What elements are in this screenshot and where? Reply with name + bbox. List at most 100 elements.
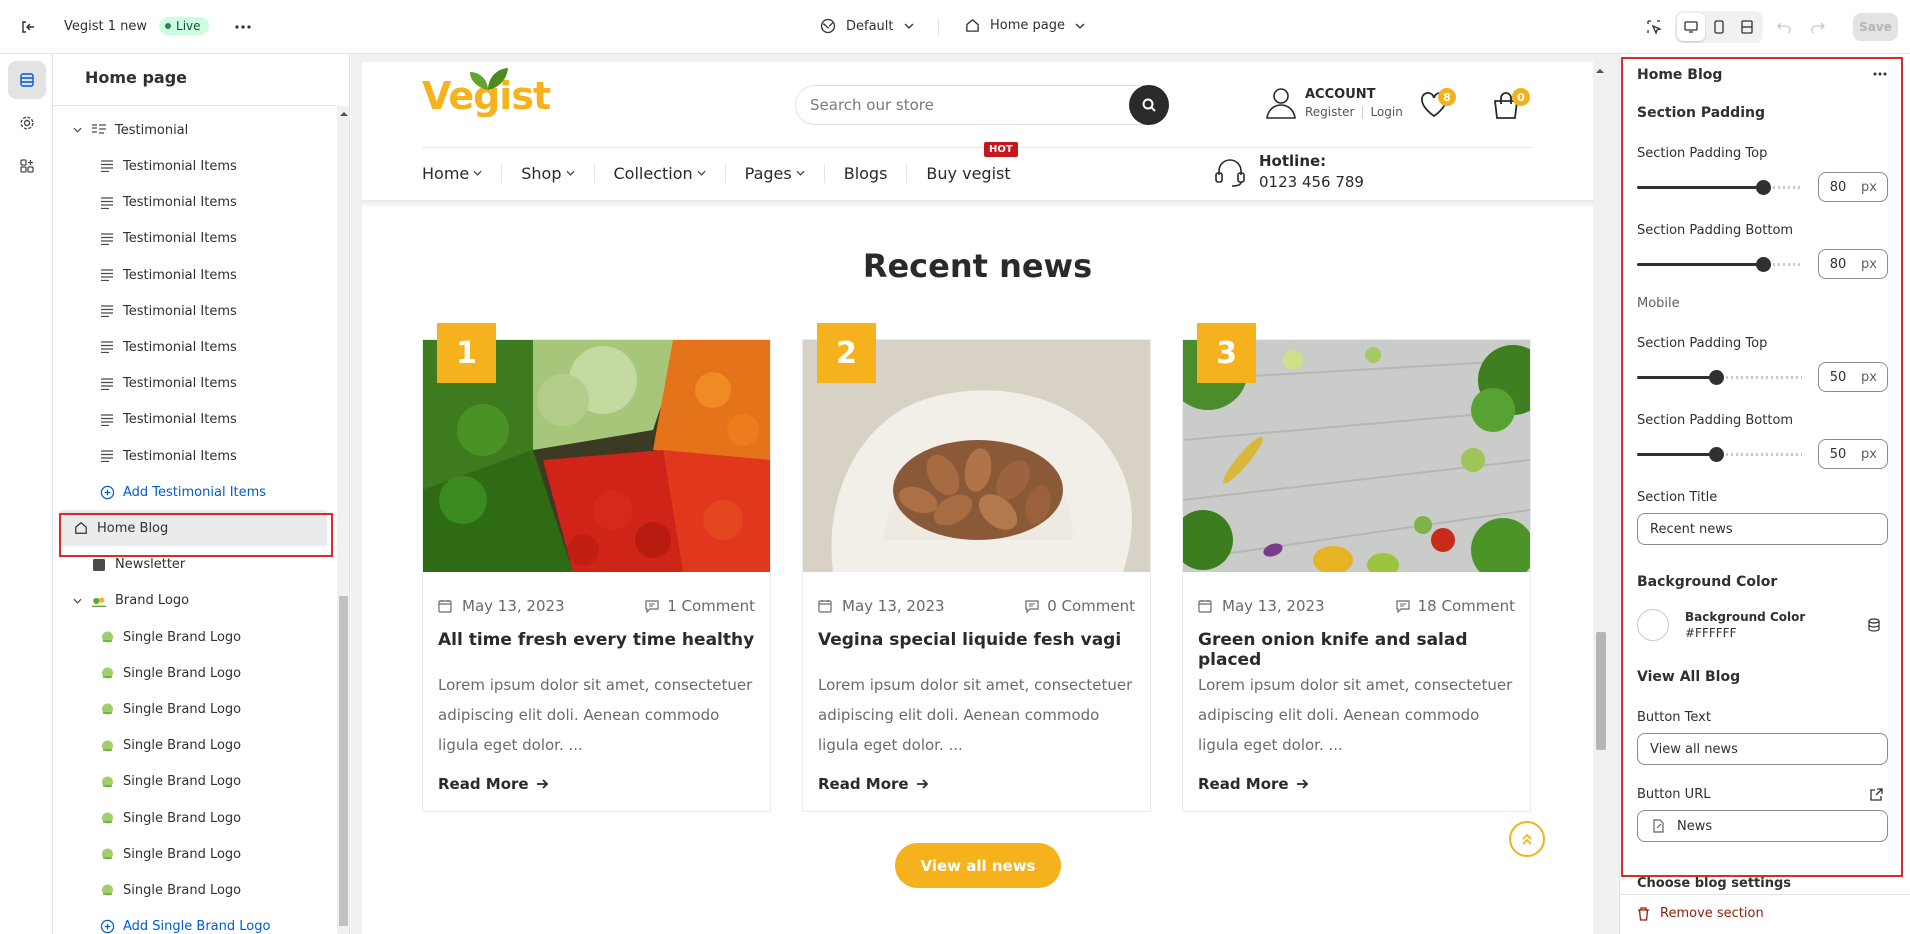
post-title[interactable]: All time fresh every time healthy	[438, 630, 754, 650]
sidebar-item-label: Single Brand Logo	[123, 738, 242, 754]
sidebar-item[interactable]: Testimonial Items	[53, 293, 336, 329]
inspector-icon[interactable]	[1640, 13, 1668, 41]
sidebar-item[interactable]: Testimonial Items	[53, 438, 336, 474]
search-button[interactable]	[1129, 85, 1169, 125]
blog-card[interactable]: 1 May 13, 2023 1 Comment All time fresh …	[422, 323, 771, 812]
read-more-link[interactable]: Read More	[1198, 775, 1309, 793]
nav-item[interactable]: Buy vegist	[907, 164, 1029, 183]
post-title[interactable]: Vegina special liquide fesh vagi	[818, 630, 1121, 650]
section-title: Recent news	[862, 247, 1093, 285]
cart-button[interactable]: 0	[1492, 86, 1530, 120]
sidebar-scrollbar[interactable]	[337, 106, 349, 934]
sidebar-item[interactable]: Brand Logo	[53, 583, 336, 619]
sidebar-item[interactable]: Single Brand Logo	[53, 619, 336, 655]
search-icon	[1142, 98, 1156, 112]
sidebar-item[interactable]: Add Testimonial Items	[53, 474, 336, 510]
account-menu[interactable]: ACCOUNT Register | Login	[1265, 86, 1403, 120]
editor-topbar: Vegist 1 new Live Default Home page Save	[0, 0, 1910, 54]
nav-item[interactable]: Home	[422, 163, 503, 183]
sidebar-item[interactable]: Single Brand Logo	[53, 764, 336, 800]
wishlist-button[interactable]: 8	[1420, 88, 1456, 118]
chevron-down-icon[interactable]	[73, 598, 85, 604]
undo-icon[interactable]	[1770, 13, 1798, 41]
nav-item[interactable]: Pages	[726, 163, 825, 183]
sidebar-item[interactable]: Testimonial Items	[53, 366, 336, 402]
sidebar-scroll-thumb[interactable]	[339, 596, 348, 926]
nav-item-label: Pages	[744, 163, 792, 183]
full-width-view-icon[interactable]	[1733, 13, 1761, 41]
nav-item-label: Buy vegist	[926, 163, 1011, 183]
sections-icon[interactable]	[8, 61, 46, 99]
wishlist-count: 8	[1438, 88, 1456, 106]
settings-gear-icon[interactable]	[8, 104, 46, 142]
chevron-down-icon[interactable]	[73, 127, 85, 133]
sidebar-item[interactable]: Single Brand Logo	[53, 691, 336, 727]
desktop-view-icon[interactable]	[1677, 13, 1705, 41]
sidebar-item[interactable]: Single Brand Logo	[53, 655, 336, 691]
nav-item[interactable]: Shop	[502, 163, 595, 183]
post-excerpt: Lorem ipsum dolor sit amet, consectetuer…	[438, 676, 753, 754]
sidebar-item[interactable]: Testimonial	[53, 112, 336, 148]
page-select[interactable]: Home page	[965, 18, 1085, 33]
sidebar-item[interactable]: Testimonial Items	[53, 221, 336, 257]
sidebar-item[interactable]: Single Brand Logo	[53, 836, 336, 872]
view-all-news-button[interactable]: View all news	[895, 843, 1061, 888]
sidebar-item[interactable]: Testimonial Items	[53, 185, 336, 221]
text-block-icon	[99, 448, 115, 464]
sidebar-item[interactable]: Testimonial Items	[53, 329, 336, 365]
sidebar-item-label: Testimonial Items	[123, 303, 237, 319]
preview-scroll-thumb[interactable]	[1596, 632, 1606, 750]
sidebar-item[interactable]: Single Brand Logo	[53, 872, 336, 908]
page-select-label: Home page	[990, 18, 1065, 33]
brand-icon	[91, 593, 107, 609]
text-block-icon	[99, 376, 115, 392]
nav-item[interactable]: Blogs	[825, 163, 908, 183]
text-block-icon	[99, 195, 115, 211]
more-options-icon[interactable]	[229, 13, 257, 41]
sidebar-item[interactable]: Add Single Brand Logo	[53, 909, 336, 934]
blog-card[interactable]: 3 May 13, 2023 18 Comment Green onion kn…	[1182, 323, 1531, 812]
redo-icon[interactable]	[1804, 13, 1832, 41]
theme-select[interactable]: Default	[820, 18, 914, 34]
store-search-input[interactable]: Search our store	[795, 85, 1169, 125]
header-divider	[422, 147, 1533, 148]
hotline: Hotline: 0123 456 789	[1213, 152, 1364, 191]
left-rail	[0, 54, 53, 934]
remove-section-button[interactable]: Remove section	[1637, 906, 1764, 921]
login-link[interactable]: Login	[1370, 105, 1402, 119]
preview-scrollbar[interactable]	[1593, 62, 1607, 934]
back-to-top-button[interactable]	[1509, 821, 1545, 857]
store-logo[interactable]: Vegist	[422, 68, 551, 118]
apps-icon[interactable]	[8, 147, 46, 185]
sidebar-item-label: Add Testimonial Items	[123, 484, 267, 500]
sidebar-title: Home page	[85, 68, 188, 87]
sidebar-item[interactable]: Testimonial Items	[53, 257, 336, 293]
newsletter-icon	[91, 557, 107, 573]
exit-icon[interactable]	[14, 13, 42, 41]
mobile-view-icon[interactable]	[1705, 13, 1733, 41]
chevron-down-icon	[904, 23, 913, 29]
post-title[interactable]: Green onion knife and salad placed	[1198, 630, 1530, 670]
read-more-link[interactable]: Read More	[438, 775, 549, 793]
sidebar-item[interactable]: Single Brand Logo	[53, 800, 336, 836]
store-name-group[interactable]: Vegist 1 new Live	[64, 17, 209, 35]
chevron-down-icon	[473, 168, 482, 179]
save-button[interactable]: Save	[1853, 13, 1898, 41]
blog-card[interactable]: 2 May 13, 2023 0 Comment Vegina special …	[802, 323, 1151, 812]
read-more-link[interactable]: Read More	[818, 775, 929, 793]
post-number-badge: 1	[437, 323, 496, 383]
scroll-up-icon[interactable]	[340, 111, 348, 117]
scroll-up-icon[interactable]	[1596, 68, 1604, 74]
choose-blog-settings[interactable]: Choose blog settings	[1637, 876, 1791, 891]
sidebar-item[interactable]: Testimonial Items	[53, 402, 336, 438]
nav-item[interactable]: Collection	[595, 163, 726, 183]
search-placeholder: Search our store	[810, 96, 934, 114]
sidebar-item[interactable]: Add Our Product	[53, 106, 336, 112]
comment-icon	[1025, 600, 1039, 613]
sidebar-item[interactable]: Testimonial Items	[53, 148, 336, 184]
sidebar-item[interactable]: Single Brand Logo	[53, 728, 336, 764]
sidebar-item-label: Brand Logo	[115, 593, 190, 609]
store-nav: Home Shop Collection Pages Blogs Buy vegist	[422, 158, 1030, 188]
chevron-down-icon	[1075, 23, 1085, 29]
register-link[interactable]: Register	[1305, 105, 1354, 119]
